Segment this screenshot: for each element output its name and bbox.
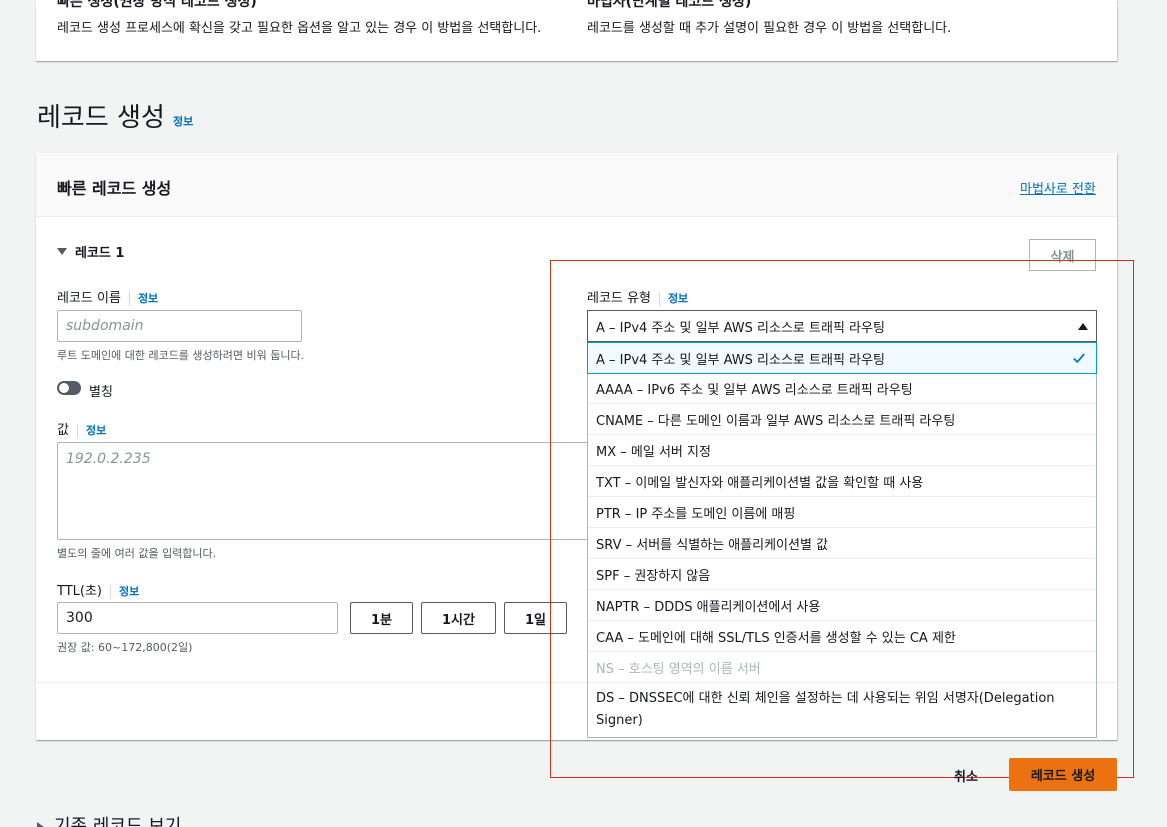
record-type-dropdown: A – IPv4 주소 및 일부 AWS 리소스로 트래픽 라우팅 AAAA –… [587, 342, 1097, 738]
label-separator [110, 584, 111, 599]
value-textarea[interactable]: 192.0.2.235 [57, 442, 597, 540]
existing-records-label: 기존 레코드 보기 [54, 816, 182, 827]
option-label: CNAME – 다른 도메인 이름과 일부 AWS 리소스로 트래픽 라우팅 [596, 413, 956, 429]
option-label: TXT – 이메일 발신자와 애플리케이션별 값을 확인할 때 사용 [596, 475, 924, 491]
record-type-label: 레코드 유형 [587, 291, 651, 306]
record-type-option-mx[interactable]: MX – 메일 서버 지정 [588, 435, 1096, 466]
label-separator [658, 291, 660, 306]
record-type-option-ptr[interactable]: PTR – IP 주소를 도메인 이름에 매핑 [588, 497, 1096, 528]
record-name-placeholder: subdomain [66, 318, 144, 334]
record-type-select[interactable]: A – IPv4 주소 및 일부 AWS 리소스로 트래픽 라우팅 [587, 310, 1097, 342]
value-label: 값 [57, 423, 69, 438]
record-name-label-row: 레코드 이름 정보 [57, 287, 158, 306]
caret-right-icon [37, 822, 44, 827]
record-type-option-naptr[interactable]: NAPTR – DDDS 애플리케이션에서 사용 [588, 590, 1096, 621]
option-label: A – IPv4 주소 및 일부 AWS 리소스로 트래픽 라우팅 [596, 352, 885, 368]
ttl-value: 300 [66, 610, 93, 626]
record-name-input[interactable]: subdomain [57, 310, 302, 342]
delete-record-button[interactable]: 삭제 [1029, 239, 1096, 271]
record-type-option-spf[interactable]: SPF – 권장하지 않음 [588, 559, 1096, 590]
record-type-option-txt[interactable]: TXT – 이메일 발신자와 애플리케이션별 값을 확인할 때 사용 [588, 466, 1096, 497]
value-hint: 별도의 줄에 여러 값을 입력합니다. [57, 547, 217, 560]
option-label: MX – 메일 서버 지정 [596, 444, 711, 460]
record-type-option-caa[interactable]: CAA – 도메인에 대해 SSL/TLS 인증서를 생성할 수 있는 CA 제… [588, 621, 1096, 652]
record-type-option-cname[interactable]: CNAME – 다른 도메인 이름과 일부 AWS 리소스로 트래픽 라우팅 [588, 404, 1096, 435]
ttl-1min-button[interactable]: 1분 [350, 602, 413, 634]
quick-create-option-desc: 레코드 생성 프로세스에 확신을 갖고 필요한 옵션을 알고 있는 경우 이 방… [57, 21, 542, 36]
card-header [36, 153, 1117, 217]
ttl-label: TTL(초) [57, 584, 102, 599]
section-info-link[interactable]: 정보 [173, 113, 193, 129]
ttl-1hour-button[interactable]: 1시간 [421, 602, 496, 634]
create-records-button[interactable]: 레코드 생성 [1009, 758, 1117, 791]
label-separator [76, 423, 78, 438]
switch-to-wizard-link[interactable]: 마법사로 전환 [1020, 178, 1096, 197]
record-type-option-ns: NS – 호스팅 영역의 이름 서버 [588, 652, 1096, 683]
option-label: SPF – 권장하지 않음 [596, 568, 711, 584]
ttl-input[interactable]: 300 [57, 602, 338, 634]
option-label: PTR – IP 주소를 도메인 이름에 매핑 [596, 506, 796, 522]
alias-toggle[interactable] [57, 381, 81, 395]
ttl-1day-button[interactable]: 1일 [504, 602, 567, 634]
wizard-option-desc: 레코드를 생성할 때 추가 설명이 필요한 경우 이 방법을 선택합니다. [587, 21, 952, 36]
wizard-option-title[interactable]: 마법사(단계별 레코드 생성) [587, 0, 751, 11]
record-label: 레코드 1 [75, 246, 125, 261]
option-label: NS – 호스팅 영역의 이름 서버 [596, 661, 761, 677]
option-label: AAAA – IPv6 주소 및 일부 AWS 리소스로 트래픽 라우팅 [596, 382, 913, 398]
label-separator [128, 291, 130, 306]
quick-create-option-title[interactable]: 빠른 생성(권장 방식 레코드 생성) [57, 0, 257, 11]
page-title: 레코드 생성 [37, 103, 165, 133]
record-type-info-link[interactable]: 정보 [668, 292, 688, 305]
card-title: 빠른 레코드 생성 [57, 179, 172, 198]
value-label-row: 값 정보 [57, 419, 106, 438]
record-type-selected-value: A – IPv4 주소 및 일부 AWS 리소스로 트래픽 라우팅 [596, 320, 885, 336]
alias-label: 별칭 [89, 385, 113, 400]
caret-down-icon [57, 248, 67, 255]
value-info-link[interactable]: 정보 [86, 424, 106, 437]
record-type-option-srv[interactable]: SRV – 서버를 식별하는 애플리케이션별 값 [588, 528, 1096, 559]
record-type-option-a[interactable]: A – IPv4 주소 및 일부 AWS 리소스로 트래픽 라우팅 [587, 342, 1097, 374]
option-label: NAPTR – DDDS 애플리케이션에서 사용 [596, 599, 821, 615]
record-name-info-link[interactable]: 정보 [138, 292, 158, 305]
ttl-info-link[interactable]: 정보 [119, 585, 139, 598]
record-type-option-aaaa[interactable]: AAAA – IPv6 주소 및 일부 AWS 리소스로 트래픽 라우팅 [588, 373, 1096, 404]
creation-method-card: 빠른 생성(권장 방식 레코드 생성) 레코드 생성 프로세스에 확신을 갖고 … [36, 0, 1117, 61]
record-name-hint: 루트 도메인에 대한 레코드를 생성하려면 비워 둡니다. [57, 349, 305, 362]
record-type-label-row: 레코드 유형 정보 [587, 287, 688, 306]
view-existing-records-expander[interactable]: 기존 레코드 보기 [37, 812, 181, 827]
record-name-label: 레코드 이름 [57, 291, 121, 306]
record-type-option-ds[interactable]: DS – DNSSEC에 대한 신뢰 체인을 설정하는 데 사용되는 위임 서명… [588, 683, 1096, 737]
option-label: SRV – 서버를 식별하는 애플리케이션별 값 [596, 537, 829, 553]
ttl-hint: 권장 값: 60~172,800(2일) [57, 641, 193, 654]
option-label: CAA – 도메인에 대해 SSL/TLS 인증서를 생성할 수 있는 CA 제… [596, 630, 956, 646]
cancel-button[interactable]: 취소 [954, 766, 978, 785]
option-label: DS – DNSSEC에 대한 신뢰 체인을 설정하는 데 사용되는 위임 서명… [596, 691, 1055, 728]
record-expander[interactable]: 레코드 1 [57, 242, 124, 261]
check-icon [1073, 353, 1085, 364]
value-placeholder: 192.0.2.235 [66, 451, 151, 467]
caret-up-icon [1078, 322, 1088, 330]
ttl-label-row: TTL(초) 정보 [57, 580, 139, 599]
